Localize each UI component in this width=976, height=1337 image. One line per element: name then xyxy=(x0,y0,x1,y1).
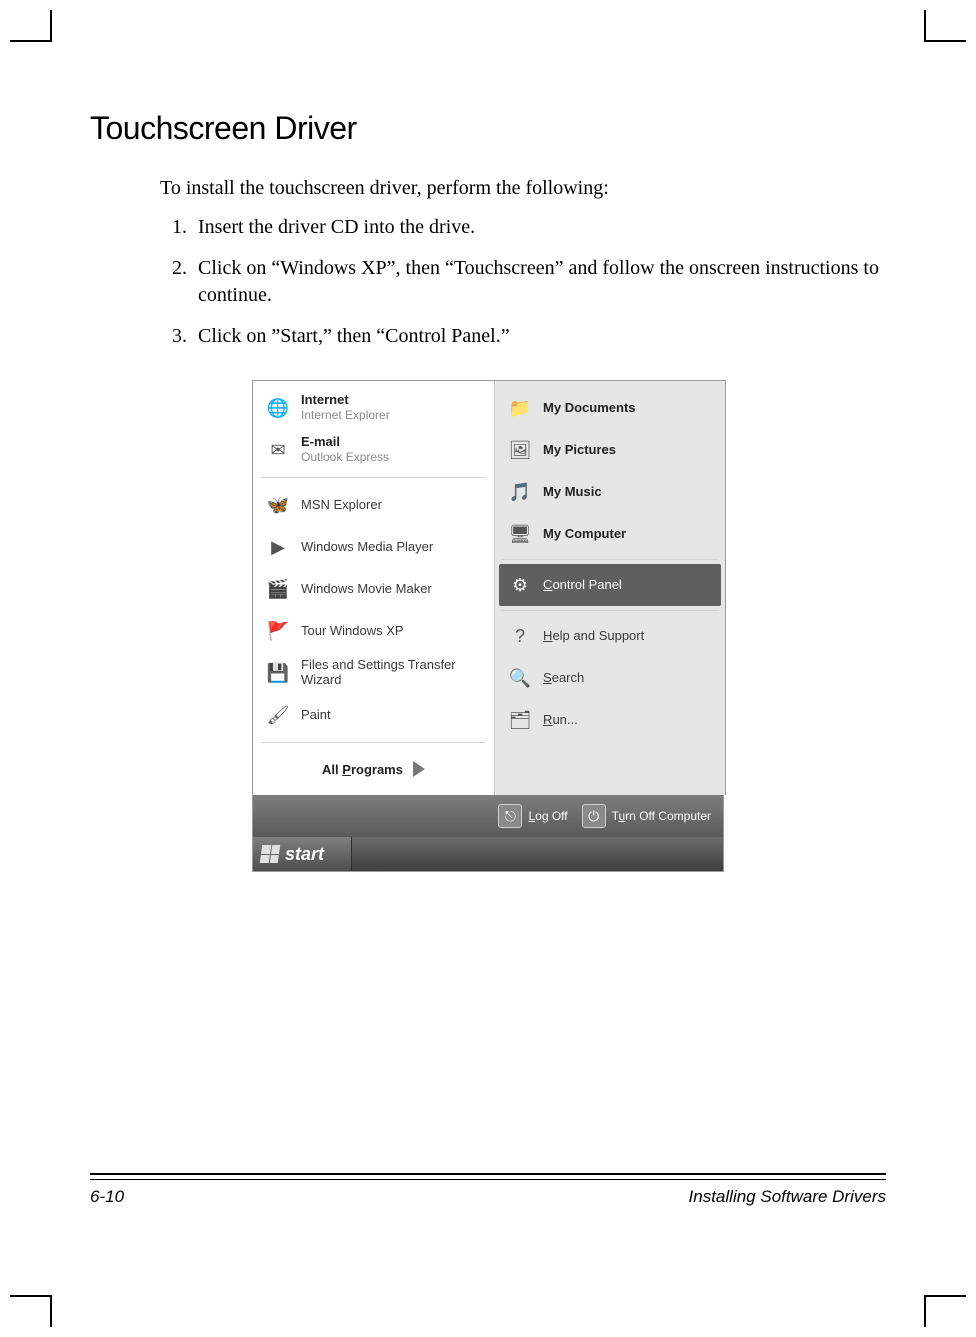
run-icon: 🗂 xyxy=(505,705,535,735)
menu-item-label: Run... xyxy=(543,713,715,728)
lead-paragraph: To install the touchscreen driver, perfo… xyxy=(160,177,886,200)
gear-icon: ⚙ xyxy=(505,570,535,600)
menu-item-internet[interactable]: 🌐 Internet Internet Explorer xyxy=(257,387,490,429)
key-icon: ⎋ xyxy=(498,804,522,828)
crop-mark xyxy=(10,10,52,42)
start-button[interactable]: start xyxy=(253,837,352,871)
picture-icon: 🖼 xyxy=(505,435,535,465)
menu-item-media-player[interactable]: ▶ Windows Media Player xyxy=(257,526,490,568)
menu-item-control-panel[interactable]: ⚙ Control Panel xyxy=(499,564,721,606)
music-icon: 🎵 xyxy=(505,477,535,507)
power-icon: ⏻ xyxy=(582,804,606,828)
mail-icon: ✉ xyxy=(263,435,293,465)
menu-item-label: My Music xyxy=(543,485,715,500)
globe-icon: 🌐 xyxy=(263,393,293,423)
menu-item-label: Tour Windows XP xyxy=(301,624,484,639)
play-icon: ▶ xyxy=(263,532,293,562)
separator xyxy=(501,559,719,560)
menu-item-transfer-wizard[interactable]: 💾 Files and Settings Transfer Wizard xyxy=(257,652,490,694)
windows-logo-icon xyxy=(260,845,281,863)
menu-item-label: Windows Media Player xyxy=(301,540,484,555)
menu-item-label: My Pictures xyxy=(543,443,715,458)
logoff-bar: ⎋ Log Off ⏻ Turn Off Computer xyxy=(252,795,724,837)
footer-rule xyxy=(90,1173,886,1177)
start-label: start xyxy=(285,844,324,865)
menu-item-label: Windows Movie Maker xyxy=(301,582,484,597)
menu-item-my-computer[interactable]: 🖥 My Computer xyxy=(499,513,721,555)
menu-item-movie-maker[interactable]: 🎬 Windows Movie Maker xyxy=(257,568,490,610)
steps-list: Insert the driver CD into the drive. Cli… xyxy=(160,214,886,350)
menu-item-run[interactable]: 🗂 Run... xyxy=(499,699,721,741)
computer-icon: 🖥 xyxy=(505,519,535,549)
menu-item-title: Internet xyxy=(301,392,349,407)
menu-item-subtitle: Outlook Express xyxy=(301,450,389,464)
step-item: Click on “Windows XP”, then “Touchscreen… xyxy=(192,255,886,309)
menu-item-my-documents[interactable]: 📁 My Documents xyxy=(499,387,721,429)
turn-off-button[interactable]: ⏻ Turn Off Computer xyxy=(582,804,711,828)
menu-item-label: Help and Support xyxy=(543,629,715,644)
menu-item-help[interactable]: ? Help and Support xyxy=(499,615,721,657)
turn-off-label: Turn Off Computer xyxy=(612,809,711,823)
body-text: To install the touchscreen driver, perfo… xyxy=(160,177,886,350)
logoff-button[interactable]: ⎋ Log Off xyxy=(498,804,567,828)
menu-item-label: Paint xyxy=(301,708,484,723)
start-menu-right-column: 📁 My Documents 🖼 My Pictures 🎵 My Music … xyxy=(495,381,725,795)
menu-item-title: E-mail xyxy=(301,434,340,449)
menu-item-label: MSN Explorer xyxy=(301,498,484,513)
start-menu-left-column: 🌐 Internet Internet Explorer ✉ E-mail Ou… xyxy=(253,381,495,795)
page-content: Touchscreen Driver To install the touchs… xyxy=(90,110,886,1217)
crop-mark xyxy=(924,1295,966,1327)
separator xyxy=(501,610,719,611)
footer-rule xyxy=(90,1179,886,1181)
page-footer: 6-10 Installing Software Drivers xyxy=(90,1173,886,1207)
folder-icon: 📁 xyxy=(505,393,535,423)
menu-item-label: My Documents xyxy=(543,401,715,416)
all-programs-button[interactable]: All Programs xyxy=(257,749,490,789)
menu-item-email[interactable]: ✉ E-mail Outlook Express xyxy=(257,429,490,471)
menu-item-my-pictures[interactable]: 🖼 My Pictures xyxy=(499,429,721,471)
start-menu: 🌐 Internet Internet Explorer ✉ E-mail Ou… xyxy=(252,380,726,795)
logoff-label: Log Off xyxy=(528,809,567,823)
page-heading: Touchscreen Driver xyxy=(90,110,886,147)
taskbar: start xyxy=(252,837,724,872)
footer-title: Installing Software Drivers xyxy=(689,1187,886,1207)
msn-icon: 🦋 xyxy=(263,490,293,520)
arrow-right-icon xyxy=(413,761,425,777)
menu-item-subtitle: Internet Explorer xyxy=(301,408,390,422)
menu-item-search[interactable]: 🔍 Search xyxy=(499,657,721,699)
menu-item-label: Files and Settings Transfer Wizard xyxy=(301,658,484,688)
start-menu-figure: 🌐 Internet Internet Explorer ✉ E-mail Ou… xyxy=(252,380,724,872)
menu-item-tour-xp[interactable]: 🚩 Tour Windows XP xyxy=(257,610,490,652)
step-item: Insert the driver CD into the drive. xyxy=(192,214,886,241)
search-icon: 🔍 xyxy=(505,663,535,693)
menu-item-label: Control Panel xyxy=(543,578,715,593)
menu-item-label: Search xyxy=(543,671,715,686)
menu-item-label: My Computer xyxy=(543,527,715,542)
all-programs-label: All Programs xyxy=(322,762,403,777)
menu-item-paint[interactable]: 🖌 Paint xyxy=(257,694,490,736)
separator xyxy=(261,477,486,478)
step-item: Click on ”Start,” then “Control Panel.” xyxy=(192,323,886,350)
help-icon: ? xyxy=(505,621,535,651)
brush-icon: 🖌 xyxy=(263,700,293,730)
film-icon: 🎬 xyxy=(263,574,293,604)
menu-item-my-music[interactable]: 🎵 My Music xyxy=(499,471,721,513)
disk-icon: 💾 xyxy=(263,658,293,688)
menu-item-msn-explorer[interactable]: 🦋 MSN Explorer xyxy=(257,484,490,526)
crop-mark xyxy=(10,1295,52,1327)
flag-icon: 🚩 xyxy=(263,616,293,646)
crop-mark xyxy=(924,10,966,42)
page-number: 6-10 xyxy=(90,1187,124,1207)
separator xyxy=(261,742,486,743)
